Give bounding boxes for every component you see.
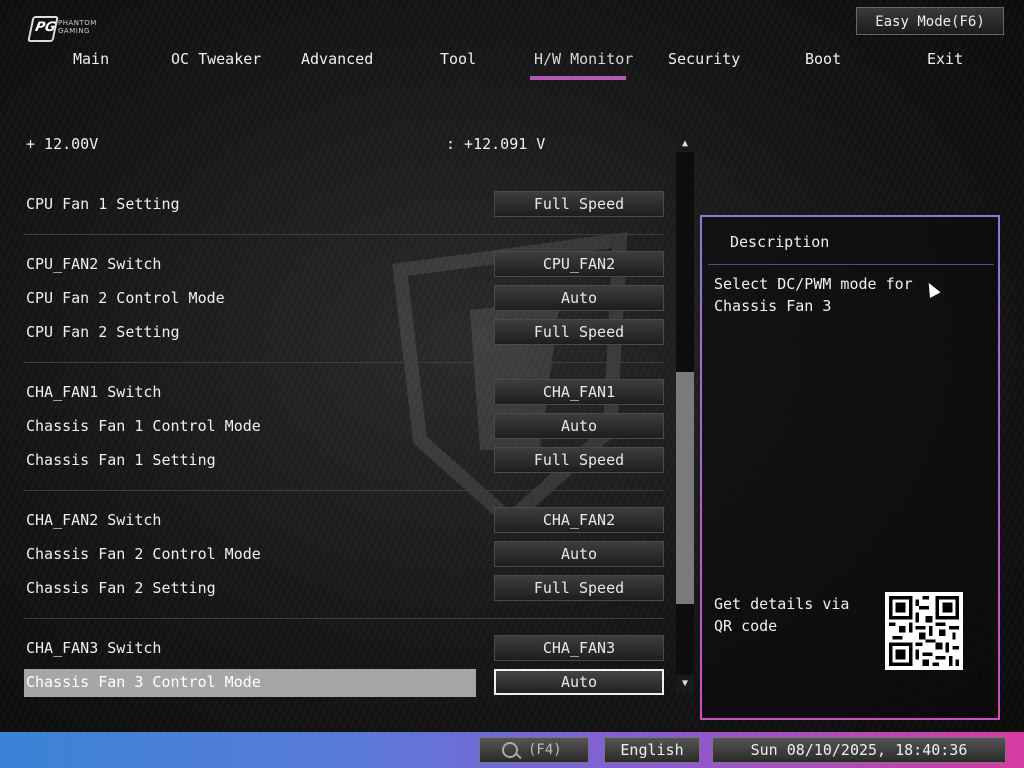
logo-mark-icon: PG [27, 16, 59, 42]
voltage-12v-label: + 12.00V [26, 135, 99, 153]
scroll-up-arrow-icon[interactable]: ▲ [676, 136, 694, 152]
cpu-fan2-control-mode-dropdown[interactable]: Auto [494, 285, 664, 311]
tab-boot[interactable]: Boot [805, 50, 841, 68]
tab-advanced[interactable]: Advanced [301, 50, 373, 68]
cpu-fan2-control-mode-label: CPU Fan 2 Control Mode [26, 289, 225, 307]
cha-fan2-switch-label: CHA_FAN2 Switch [26, 511, 162, 529]
chassis-fan2-setting-dropdown[interactable]: Full Speed [494, 575, 664, 601]
language-button[interactable]: English [604, 737, 700, 763]
cha-fan3-switch-label: CHA_FAN3 Switch [26, 639, 162, 657]
voltage-12v-value: : +12.091 V [446, 135, 546, 153]
cpu-fan2-setting-label: CPU Fan 2 Setting [26, 323, 180, 341]
tab-main[interactable]: Main [73, 50, 109, 68]
scrollbar-thumb[interactable] [676, 372, 694, 604]
active-tab-indicator [530, 76, 626, 80]
datetime-display: Sun 08/10/2025, 18:40:36 [712, 737, 1006, 763]
cpu-fan2-setting-dropdown[interactable]: Full Speed [494, 319, 664, 345]
tab-tool[interactable]: Tool [440, 50, 476, 68]
chassis-fan1-setting-dropdown[interactable]: Full Speed [494, 447, 664, 473]
divider [24, 362, 664, 363]
tab-security[interactable]: Security [668, 50, 740, 68]
cha-fan1-switch-dropdown[interactable]: CHA_FAN1 [494, 379, 664, 405]
cpu-fan1-setting-dropdown[interactable]: Full Speed [494, 191, 664, 217]
tab-exit[interactable]: Exit [927, 50, 963, 68]
divider [24, 234, 664, 235]
description-panel: Description Select DC/PWM mode for Chass… [700, 215, 1000, 720]
cpu-fan1-setting-label: CPU Fan 1 Setting [26, 195, 180, 213]
footer-bar: (F4) English Sun 08/10/2025, 18:40:36 [0, 732, 1024, 768]
search-button[interactable]: (F4) [479, 737, 589, 763]
chassis-fan1-control-mode-label: Chassis Fan 1 Control Mode [26, 417, 261, 435]
cpu-fan2-switch-label: CPU_FAN2 Switch [26, 255, 162, 273]
divider [24, 618, 664, 619]
cha-fan1-switch-label: CHA_FAN1 Switch [26, 383, 162, 401]
divider [24, 490, 664, 491]
tab-oc-tweaker[interactable]: OC Tweaker [171, 50, 261, 68]
description-title: Description [730, 233, 830, 251]
search-shortcut: (F4) [528, 742, 562, 758]
chassis-fan3-control-mode-label[interactable]: Chassis Fan 3 Control Mode [26, 673, 261, 691]
chassis-fan2-setting-label: Chassis Fan 2 Setting [26, 579, 216, 597]
scroll-down-arrow-icon[interactable]: ▼ [676, 676, 694, 692]
cha-fan3-switch-dropdown[interactable]: CHA_FAN3 [494, 635, 664, 661]
chassis-fan2-control-mode-dropdown[interactable]: Auto [494, 541, 664, 567]
easy-mode-button[interactable]: Easy Mode(F6) [856, 7, 1004, 35]
search-icon [502, 742, 518, 758]
cpu-fan2-switch-dropdown[interactable]: CPU_FAN2 [494, 251, 664, 277]
cha-fan2-switch-dropdown[interactable]: CHA_FAN2 [494, 507, 664, 533]
chassis-fan1-control-mode-dropdown[interactable]: Auto [494, 413, 664, 439]
tab-hw-monitor[interactable]: H/W Monitor [534, 50, 633, 68]
chassis-fan2-control-mode-label: Chassis Fan 2 Control Mode [26, 545, 261, 563]
description-divider [708, 264, 994, 265]
top-nav: Main OC Tweaker Advanced Tool H/W Monito… [0, 50, 1024, 78]
qr-label: Get details via QR code [714, 595, 850, 635]
chassis-fan3-control-mode-dropdown[interactable]: Auto [494, 669, 664, 695]
qr-code-icon [885, 592, 963, 670]
description-text: Select DC/PWM mode for Chassis Fan 3 [714, 275, 913, 315]
chassis-fan1-setting-label: Chassis Fan 1 Setting [26, 451, 216, 469]
phantom-gaming-logo: PG PHANTOM GAMING [27, 16, 110, 44]
logo-text: PHANTOM GAMING [58, 19, 97, 35]
